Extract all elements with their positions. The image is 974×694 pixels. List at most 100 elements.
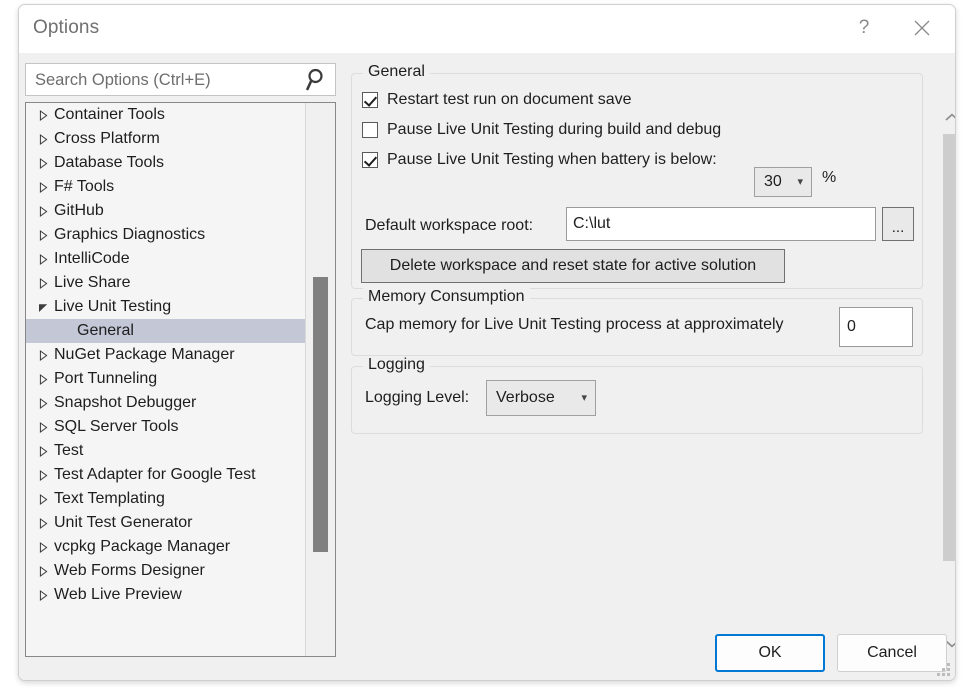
- tree-item-web-live-preview[interactable]: Web Live Preview: [26, 583, 305, 607]
- pause-during-build-checkbox[interactable]: [362, 122, 378, 138]
- scrollbar-thumb[interactable]: [943, 134, 956, 561]
- tree-item-label: GitHub: [54, 199, 104, 223]
- logging-level-label: Logging Level:: [365, 389, 469, 407]
- pause-during-build-row[interactable]: Pause Live Unit Testing during build and…: [362, 118, 721, 142]
- tree-item-label: Text Templating: [54, 487, 165, 511]
- tree-item-label: Database Tools: [54, 151, 164, 175]
- tree-scrollbar-thumb[interactable]: [313, 277, 328, 552]
- tree-item-text-templating[interactable]: Text Templating: [26, 487, 305, 511]
- workspace-root-label: Default workspace root:: [365, 217, 533, 235]
- tree-item-vcpkg-package-manager[interactable]: vcpkg Package Manager: [26, 535, 305, 559]
- tree-item-database-tools[interactable]: Database Tools: [26, 151, 305, 175]
- tree-item-cross-platform[interactable]: Cross Platform: [26, 127, 305, 151]
- memory-cap-input[interactable]: [839, 307, 913, 347]
- dialog-body: Container ToolsCross PlatformDatabase To…: [19, 53, 955, 680]
- restart-on-save-row[interactable]: Restart test run on document save: [362, 88, 632, 112]
- logging-level-value: Verbose: [487, 389, 555, 407]
- expand-arrow-right-icon[interactable]: [36, 151, 50, 175]
- tree-item-f-tools[interactable]: F# Tools: [26, 175, 305, 199]
- logging-level-combobox[interactable]: Verbose ▾: [486, 380, 596, 416]
- expand-arrow-right-icon[interactable]: [36, 511, 50, 535]
- tree-item-graphics-diagnostics[interactable]: Graphics Diagnostics: [26, 223, 305, 247]
- battery-threshold-value: 30: [755, 173, 782, 191]
- expand-arrow-right-icon[interactable]: [36, 559, 50, 583]
- expand-arrow-right-icon[interactable]: [36, 367, 50, 391]
- tree-item-sql-server-tools[interactable]: SQL Server Tools: [26, 415, 305, 439]
- content-scroll-area: General Restart test run on document sav…: [349, 59, 921, 619]
- scrollbar-track[interactable]: [943, 130, 956, 630]
- expand-arrow-right-icon[interactable]: [36, 535, 50, 559]
- expand-arrow-right-icon[interactable]: [36, 271, 50, 295]
- tree-item-label: Live Share: [54, 271, 131, 295]
- close-button[interactable]: [899, 5, 945, 51]
- tree-item-label: Cross Platform: [54, 127, 160, 151]
- expand-arrow-right-icon[interactable]: [36, 247, 50, 271]
- general-groupbox: General Restart test run on document sav…: [351, 73, 923, 289]
- tree-item-label: Test: [54, 439, 83, 463]
- delete-workspace-button[interactable]: Delete workspace and reset state for act…: [361, 249, 785, 283]
- workspace-browse-button[interactable]: ...: [882, 207, 914, 241]
- pause-on-battery-checkbox[interactable]: [362, 152, 378, 168]
- cancel-button[interactable]: Cancel: [837, 634, 947, 672]
- content-scrollbar[interactable]: [939, 106, 956, 654]
- chevron-down-icon: ▾: [575, 393, 595, 404]
- restart-on-save-checkbox[interactable]: [362, 92, 378, 108]
- tree-item-live-unit-testing[interactable]: Live Unit Testing: [26, 295, 305, 319]
- question-mark-icon: ?: [859, 17, 870, 39]
- search-input[interactable]: [33, 64, 299, 97]
- options-content-panel: General Restart test run on document sav…: [349, 59, 949, 619]
- chevron-up-icon: [945, 113, 956, 122]
- expand-arrow-right-icon[interactable]: [36, 127, 50, 151]
- tree-scrollbar[interactable]: [305, 103, 335, 656]
- memory-groupbox: Memory Consumption Cap memory for Live U…: [351, 298, 923, 356]
- workspace-root-input[interactable]: [566, 207, 876, 241]
- restart-on-save-label: Restart test run on document save: [387, 91, 632, 109]
- tree-item-nuget-package-manager[interactable]: NuGet Package Manager: [26, 343, 305, 367]
- scroll-up-button[interactable]: [939, 106, 956, 128]
- resize-grip[interactable]: [936, 662, 950, 676]
- pause-during-build-label: Pause Live Unit Testing during build and…: [387, 121, 721, 139]
- battery-threshold-combobox[interactable]: 30 ▾: [754, 167, 812, 197]
- tree-item-label: Snapshot Debugger: [54, 391, 196, 415]
- tree-item-unit-test-generator[interactable]: Unit Test Generator: [26, 511, 305, 535]
- tree-item-live-share[interactable]: Live Share: [26, 271, 305, 295]
- tree-item-web-forms-designer[interactable]: Web Forms Designer: [26, 559, 305, 583]
- expand-arrow-right-icon[interactable]: [36, 391, 50, 415]
- tree-item-test[interactable]: Test: [26, 439, 305, 463]
- expand-arrow-right-icon[interactable]: [36, 103, 50, 127]
- general-group-title: General: [363, 63, 430, 81]
- expand-arrow-right-icon[interactable]: [36, 439, 50, 463]
- tree-item-label: General: [77, 319, 134, 343]
- tree-item-test-adapter-for-google-test[interactable]: Test Adapter for Google Test: [26, 463, 305, 487]
- percent-label: %: [822, 169, 836, 187]
- title-bar: Options ?: [19, 5, 955, 53]
- pause-on-battery-row[interactable]: Pause Live Unit Testing when battery is …: [362, 148, 717, 172]
- tree-item-label: Port Tunneling: [54, 367, 157, 391]
- expand-arrow-right-icon[interactable]: [36, 487, 50, 511]
- search-icon[interactable]: [305, 67, 329, 92]
- expand-arrow-right-icon[interactable]: [36, 583, 50, 607]
- expand-arrow-right-icon[interactable]: [36, 223, 50, 247]
- tree-item-github[interactable]: GitHub: [26, 199, 305, 223]
- tree-item-label: IntelliCode: [54, 247, 130, 271]
- expand-arrow-right-icon[interactable]: [36, 175, 50, 199]
- expand-arrow-right-icon[interactable]: [36, 199, 50, 223]
- search-box[interactable]: [25, 63, 336, 96]
- tree-item-label: F# Tools: [54, 175, 114, 199]
- logging-group-title: Logging: [363, 356, 430, 374]
- expand-arrow-right-icon[interactable]: [36, 343, 50, 367]
- dialog-title: Options: [33, 17, 99, 39]
- tree-item-port-tunneling[interactable]: Port Tunneling: [26, 367, 305, 391]
- ok-button[interactable]: OK: [715, 634, 825, 672]
- help-button[interactable]: ?: [841, 5, 887, 51]
- tree-item-snapshot-debugger[interactable]: Snapshot Debugger: [26, 391, 305, 415]
- options-tree[interactable]: Container ToolsCross PlatformDatabase To…: [25, 102, 336, 657]
- options-dialog: Options ? Container ToolsCross PlatformD…: [18, 4, 956, 681]
- tree-item-container-tools[interactable]: Container Tools: [26, 103, 305, 127]
- tree-item-intellicode[interactable]: IntelliCode: [26, 247, 305, 271]
- chevron-down-icon: ▾: [791, 177, 811, 188]
- expand-arrow-right-icon[interactable]: [36, 463, 50, 487]
- expand-arrow-right-icon[interactable]: [36, 415, 50, 439]
- tree-item-general[interactable]: General: [26, 319, 305, 343]
- expand-arrow-down-icon[interactable]: [36, 295, 50, 319]
